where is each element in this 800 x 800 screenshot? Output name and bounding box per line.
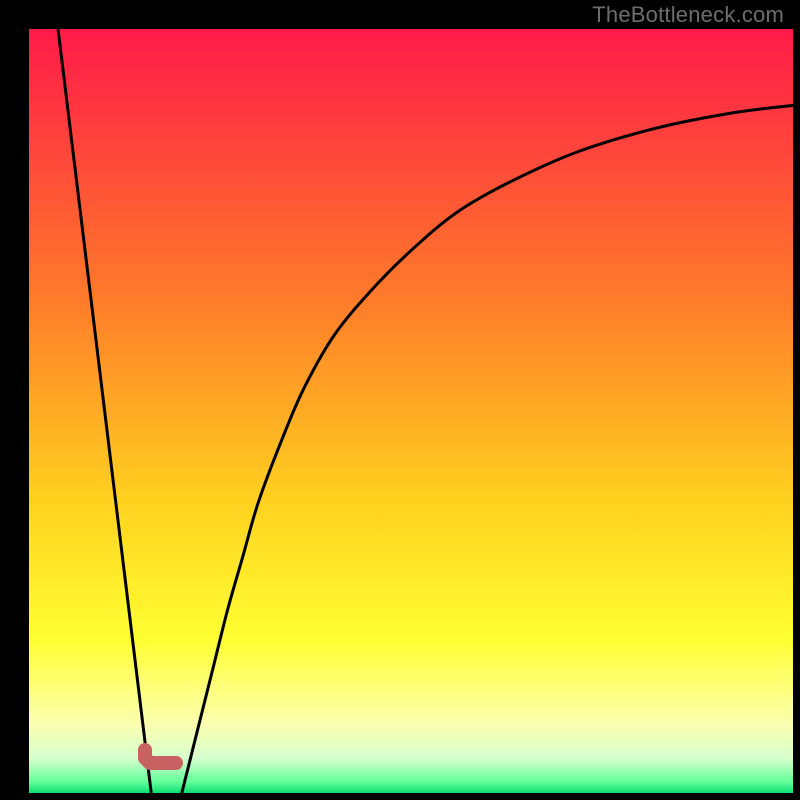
- watermark-text: TheBottleneck.com: [592, 2, 784, 28]
- bottleneck-chart: [0, 0, 800, 800]
- chart-frame: { "watermark": "TheBottleneck.com", "cha…: [0, 0, 800, 800]
- plot-background: [29, 29, 793, 793]
